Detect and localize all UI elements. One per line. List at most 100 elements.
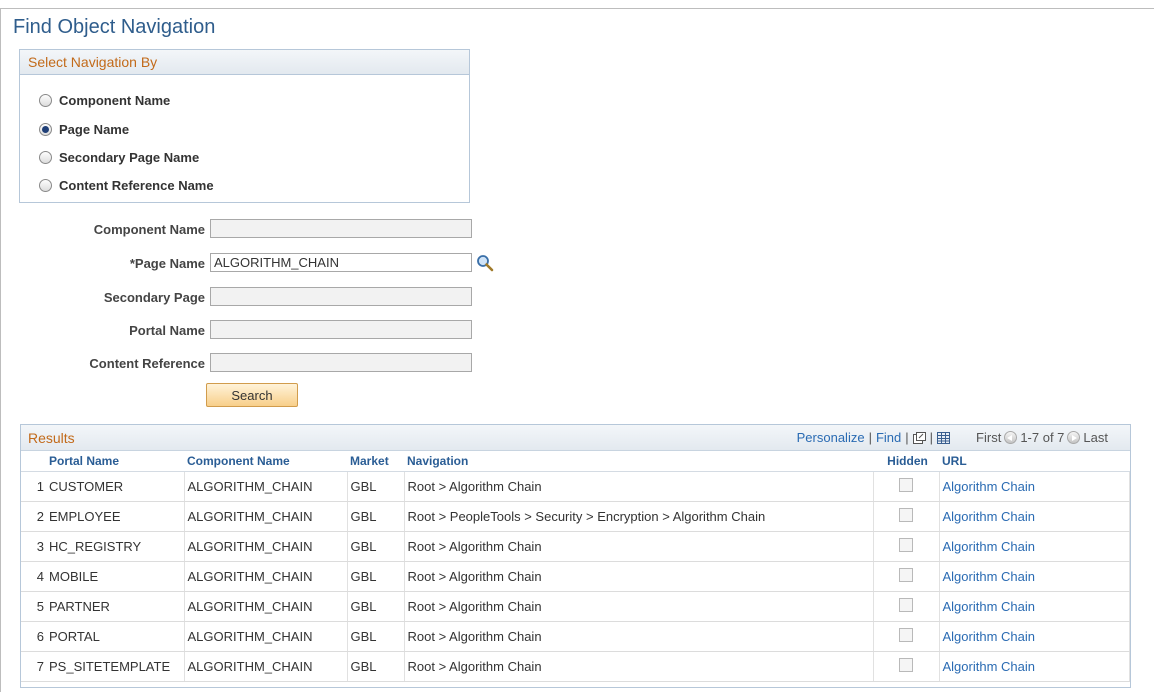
table-row: 4 MOBILE ALGORITHM_CHAIN GBL Root > Algo… xyxy=(21,561,1130,592)
frame-top-border xyxy=(0,8,1154,9)
radio-page-name[interactable]: Page Name xyxy=(39,120,129,138)
cell-portal-name: MOBILE xyxy=(46,561,185,592)
url-link[interactable]: Algorithm Chain xyxy=(943,629,1036,644)
radio-icon-checked[interactable] xyxy=(39,122,52,136)
cell-hidden xyxy=(873,651,940,682)
hidden-checkbox[interactable] xyxy=(899,628,913,642)
cell-component-name: ALGORITHM_CHAIN xyxy=(184,471,348,502)
cell-market: GBL xyxy=(347,591,405,622)
find-link[interactable]: Find xyxy=(876,430,901,445)
url-link[interactable]: Algorithm Chain xyxy=(943,599,1036,614)
page-title: Find Object Navigation xyxy=(13,16,216,38)
row-number: 5 xyxy=(21,591,46,622)
row-range: 1-7 of 7 xyxy=(1020,430,1065,445)
cell-navigation: Root > Algorithm Chain xyxy=(404,591,874,622)
cell-url: Algorithm Chain xyxy=(939,531,1130,562)
personalize-link[interactable]: Personalize xyxy=(797,430,865,445)
table-row: 2 EMPLOYEE ALGORITHM_CHAIN GBL Root > Pe… xyxy=(21,501,1130,532)
url-link[interactable]: Algorithm Chain xyxy=(943,479,1036,494)
radio-label: Page Name xyxy=(59,121,130,137)
page-name-input[interactable] xyxy=(210,253,472,272)
cell-hidden xyxy=(873,501,940,532)
radio-icon[interactable] xyxy=(39,93,52,107)
view-all-icon[interactable] xyxy=(912,431,926,444)
radio-component-name[interactable]: Component Name xyxy=(39,91,170,109)
results-title: Results xyxy=(28,430,75,446)
column-header-component-name[interactable]: Component Name xyxy=(184,451,347,472)
cell-portal-name: PARTNER xyxy=(46,591,185,622)
hidden-checkbox[interactable] xyxy=(899,508,913,522)
row-number: 3 xyxy=(21,531,46,562)
results-toolbar: Personalize | Find | | First 1-7 of 7 La… xyxy=(797,430,1108,445)
next-arrow-icon[interactable] xyxy=(1067,431,1081,444)
hidden-checkbox[interactable] xyxy=(899,598,913,612)
select-navigation-box: Select Navigation By Component Name Page… xyxy=(19,49,470,203)
previous-arrow-icon[interactable] xyxy=(1004,431,1018,444)
column-header-url[interactable]: URL xyxy=(939,451,1130,472)
secondary-page-label: Secondary Page xyxy=(103,290,205,305)
url-link[interactable]: Algorithm Chain xyxy=(943,659,1036,674)
radio-secondary-page-name[interactable]: Secondary Page Name xyxy=(39,148,199,166)
portal-name-label: Portal Name xyxy=(129,323,205,338)
component-name-input[interactable] xyxy=(210,219,472,238)
cell-url: Algorithm Chain xyxy=(939,501,1130,532)
cell-component-name: ALGORITHM_CHAIN xyxy=(184,531,348,562)
radio-icon[interactable] xyxy=(39,178,52,192)
cell-url: Algorithm Chain xyxy=(939,591,1130,622)
cell-market: GBL xyxy=(347,531,405,562)
cell-navigation: Root > Algorithm Chain xyxy=(404,621,874,652)
url-link[interactable]: Algorithm Chain xyxy=(943,539,1036,554)
radio-icon[interactable] xyxy=(39,150,52,164)
results-header-row: Portal Name Component Name Market Naviga… xyxy=(21,451,1130,472)
table-row: 6 PORTAL ALGORITHM_CHAIN GBL Root > Algo… xyxy=(21,621,1130,652)
table-row: 1 CUSTOMER ALGORITHM_CHAIN GBL Root > Al… xyxy=(21,471,1130,502)
url-link[interactable]: Algorithm Chain xyxy=(943,509,1036,524)
row-number: 1 xyxy=(21,471,46,502)
column-header-portal-name[interactable]: Portal Name xyxy=(46,451,184,472)
column-header-market[interactable]: Market xyxy=(347,451,404,472)
download-grid-icon[interactable] xyxy=(937,431,951,444)
cell-navigation: Root > Algorithm Chain xyxy=(404,531,874,562)
cell-market: GBL xyxy=(347,651,405,682)
lookup-magnifier-icon[interactable] xyxy=(476,254,494,272)
hidden-checkbox[interactable] xyxy=(899,568,913,582)
column-header-hidden[interactable]: Hidden xyxy=(873,451,939,472)
radio-label: Component Name xyxy=(59,92,171,108)
radio-content-reference-name[interactable]: Content Reference Name xyxy=(39,176,214,194)
frame-left-border xyxy=(0,8,1,692)
cell-portal-name: PS_SITETEMPLATE xyxy=(46,651,185,682)
hidden-checkbox[interactable] xyxy=(899,478,913,492)
cell-url: Algorithm Chain xyxy=(939,651,1130,682)
cell-component-name: ALGORITHM_CHAIN xyxy=(184,501,348,532)
component-name-label: Component Name xyxy=(93,222,205,237)
secondary-page-input[interactable] xyxy=(210,287,472,306)
table-row: 3 HC_REGISTRY ALGORITHM_CHAIN GBL Root >… xyxy=(21,531,1130,562)
last-label: Last xyxy=(1083,430,1108,445)
hidden-checkbox[interactable] xyxy=(899,658,913,672)
content-reference-input[interactable] xyxy=(210,353,472,372)
cell-component-name: ALGORITHM_CHAIN xyxy=(184,651,348,682)
cell-market: GBL xyxy=(347,471,405,502)
cell-market: GBL xyxy=(347,621,405,652)
row-number: 2 xyxy=(21,501,46,532)
cell-hidden xyxy=(873,561,940,592)
cell-market: GBL xyxy=(347,561,405,592)
row-number-header xyxy=(21,451,46,472)
cell-url: Algorithm Chain xyxy=(939,561,1130,592)
row-number: 4 xyxy=(21,561,46,592)
cell-market: GBL xyxy=(347,501,405,532)
results-table: Portal Name Component Name Market Naviga… xyxy=(21,451,1130,682)
hidden-checkbox[interactable] xyxy=(899,538,913,552)
content-reference-label: Content Reference xyxy=(89,356,205,371)
cell-navigation: Root > Algorithm Chain xyxy=(404,561,874,592)
row-number: 7 xyxy=(21,651,46,682)
portal-name-input[interactable] xyxy=(210,320,472,339)
separator: | xyxy=(929,430,934,445)
cell-portal-name: CUSTOMER xyxy=(46,471,185,502)
url-link[interactable]: Algorithm Chain xyxy=(943,569,1036,584)
cell-hidden xyxy=(873,471,940,502)
radio-label: Secondary Page Name xyxy=(59,149,200,165)
column-header-navigation[interactable]: Navigation xyxy=(404,451,873,472)
separator: | xyxy=(868,430,872,445)
search-button[interactable]: Search xyxy=(206,383,298,407)
